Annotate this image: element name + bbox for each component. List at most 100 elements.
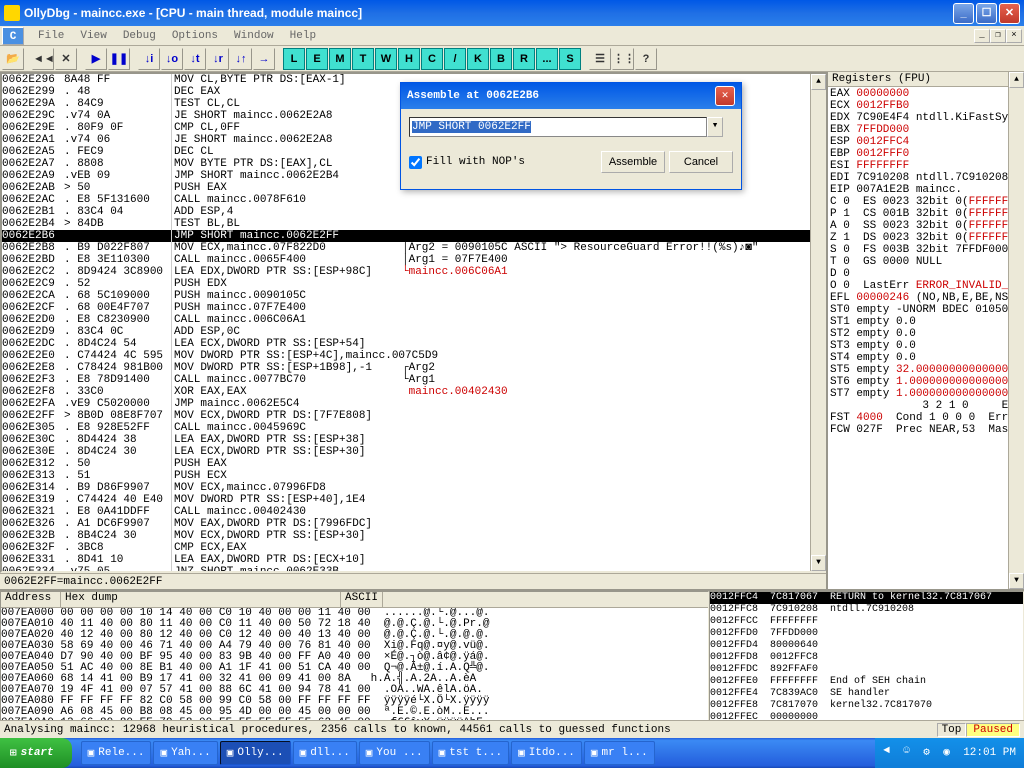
system-tray[interactable]: ◄ ☺ ⚙ ◉ 12:01 PM: [875, 738, 1024, 768]
disasm-row[interactable]: 0062E2DC. 8D4C24 54 LEA ECX,DWORD PTR SS…: [2, 338, 826, 350]
toolbar-l-button[interactable]: L: [283, 48, 305, 70]
stack-row[interactable]: 0012FFC4 7C817067 RETURN to kernel32.7C8…: [710, 592, 1023, 604]
menu-view[interactable]: View: [72, 28, 114, 44]
mdi-restore[interactable]: ❐: [990, 29, 1006, 43]
register-line[interactable]: P 1 CS 001B 32bit 0(FFFFFFFF): [830, 208, 1022, 220]
registers-panel[interactable]: Registers (FPU) EAX 00000000ECX 0012FFB0…: [826, 72, 1024, 589]
taskbar-item[interactable]: ▣Olly...: [220, 741, 291, 765]
menu-options[interactable]: Options: [164, 28, 226, 44]
taskbar-item[interactable]: ▣You ...: [359, 741, 430, 765]
register-line[interactable]: EBP 0012FFF0: [830, 148, 1022, 160]
execute-till-return-button[interactable]: ↓↑: [230, 48, 252, 70]
taskbar-item[interactable]: ▣mr l...: [584, 741, 655, 765]
disasm-row[interactable]: 0062E331. 8D41 10 LEA EAX,DWORD PTR DS:[…: [2, 554, 826, 566]
register-line[interactable]: FST 4000 Cond 1 0 0 0 Err 0 0 0: [830, 412, 1022, 424]
register-line[interactable]: ST5 empty 32.000000000000000000: [830, 364, 1022, 376]
register-line[interactable]: A 0 SS 0023 32bit 0(FFFFFFFF): [830, 220, 1022, 232]
disasm-row[interactable]: 0062E2CF. 68 00E4F707 PUSH maincc.07F7E4…: [2, 302, 826, 314]
hex-dump-panel[interactable]: Address Hex dump ASCII 007EA000 00 00 00…: [0, 591, 709, 738]
toolbar-m-button[interactable]: M: [329, 48, 351, 70]
register-line[interactable]: ESI FFFFFFFF: [830, 160, 1022, 172]
tray-icon[interactable]: ☺: [903, 745, 919, 761]
disasm-row[interactable]: 0062E2FF> 8B0D 08E8F707MOV ECX,DWORD PTR…: [2, 410, 826, 422]
stack-row[interactable]: 0012FFE0 FFFFFFFF End of SEH chain: [710, 676, 1023, 688]
help-button[interactable]: ?: [635, 48, 657, 70]
open-button[interactable]: 📂: [2, 48, 24, 70]
disasm-scrollbar[interactable]: ▲ ▼: [810, 74, 826, 571]
run-button[interactable]: ▶: [85, 48, 107, 70]
register-line[interactable]: ST1 empty 0.0: [830, 316, 1022, 328]
scroll-down-icon[interactable]: ▼: [811, 555, 826, 571]
taskbar-item[interactable]: ▣Rele...: [81, 741, 152, 765]
toolbar-/-button[interactable]: /: [444, 48, 466, 70]
toolbar-w-button[interactable]: W: [375, 48, 397, 70]
step-into-button[interactable]: ↓i: [138, 48, 160, 70]
menu-debug[interactable]: Debug: [115, 28, 164, 44]
tray-icon[interactable]: ◄: [883, 745, 899, 761]
menu-window[interactable]: Window: [226, 28, 282, 44]
disasm-row[interactable]: 0062E2CA. 68 5C109000 PUSH maincc.009010…: [2, 290, 826, 302]
settings-button[interactable]: ☰: [589, 48, 611, 70]
disasm-row[interactable]: 0062E30E. 8D4C24 30 LEA ECX,DWORD PTR SS…: [2, 446, 826, 458]
stack-row[interactable]: 0012FFE8 7C817070 kernel32.7C817070: [710, 700, 1023, 712]
disasm-row[interactable]: 0062E2B4> 84DB TEST BL,BL: [2, 218, 826, 230]
register-line[interactable]: ECX 0012FFB0: [830, 100, 1022, 112]
register-line[interactable]: ST3 empty 0.0: [830, 340, 1022, 352]
fill-nops-checkbox[interactable]: [409, 156, 422, 169]
register-line[interactable]: EAX 00000000: [830, 88, 1022, 100]
register-line[interactable]: ST7 empty 1.0000000000000000000: [830, 388, 1022, 400]
disasm-row[interactable]: 0062E2D9. 83C4 0C ADD ESP,0C: [2, 326, 826, 338]
register-line[interactable]: ST4 empty 0.0: [830, 352, 1022, 364]
toolbar-k-button[interactable]: K: [467, 48, 489, 70]
menu-help[interactable]: Help: [282, 28, 324, 44]
register-line[interactable]: D 0: [830, 268, 1022, 280]
register-line[interactable]: EBX 7FFDD000: [830, 124, 1022, 136]
register-line[interactable]: ST6 empty 1.0000000000000000000: [830, 376, 1022, 388]
toolbar-r-button[interactable]: R: [513, 48, 535, 70]
trace-into-button[interactable]: ↓t: [184, 48, 206, 70]
toolbar-c-button[interactable]: C: [421, 48, 443, 70]
disasm-row[interactable]: 0062E2D0. E8 C8230900 CALL maincc.006C06…: [2, 314, 826, 326]
toolbar-b-button[interactable]: B: [490, 48, 512, 70]
ollydbg-logo[interactable]: C: [2, 27, 24, 45]
disasm-row[interactable]: 0062E2C9. 52 PUSH EDX: [2, 278, 826, 290]
stack-row[interactable]: 0012FFD0 7FFDD000: [710, 628, 1023, 640]
toolbar-s-button[interactable]: S: [559, 48, 581, 70]
cancel-button[interactable]: Cancel: [669, 151, 733, 173]
stack-row[interactable]: 0012FFDC 892FFAF0: [710, 664, 1023, 676]
dropdown-icon[interactable]: ▾: [707, 117, 723, 137]
start-button[interactable]: ⊞start: [0, 738, 72, 768]
disasm-row[interactable]: 0062E2AC. E8 5F131600 CALL maincc.0078F6…: [2, 194, 826, 206]
register-line[interactable]: O 0 LastErr ERROR_INVALID_HANDLE: [830, 280, 1022, 292]
tray-icon[interactable]: ⚙: [923, 745, 939, 761]
maximize-button[interactable]: ☐: [976, 3, 997, 24]
registers-scrollbar[interactable]: ▲ ▼: [1008, 72, 1024, 589]
disasm-row[interactable]: 0062E313. 51 PUSH ECX: [2, 470, 826, 482]
register-line[interactable]: S 0 FS 003B 32bit 7FFDF000(FFF): [830, 244, 1022, 256]
dialog-close-button[interactable]: ✕: [715, 86, 735, 106]
disasm-row[interactable]: 0062E319. C74424 40 E40MOV DWORD PTR SS:…: [2, 494, 826, 506]
register-line[interactable]: EDI 7C910208 ntdll.7C910208: [830, 172, 1022, 184]
stack-row[interactable]: 0012FFD4 80000640: [710, 640, 1023, 652]
register-line[interactable]: EFL 00000246 (NO,NB,E,BE,NS,PE,GE: [830, 292, 1022, 304]
stack-row[interactable]: 0012FFCC FFFFFFFF: [710, 616, 1023, 628]
taskbar-item[interactable]: ▣Yah...: [153, 741, 217, 765]
disasm-row[interactable]: 0062E2E0. C74424 4C 595MOV DWORD PTR SS:…: [2, 350, 826, 362]
options-button[interactable]: ⋮⋮: [612, 48, 634, 70]
register-line[interactable]: T 0 GS 0000 NULL: [830, 256, 1022, 268]
scroll-up-icon[interactable]: ▲: [1009, 72, 1024, 88]
register-line[interactable]: Z 1 DS 0023 32bit 0(FFFFFFFF): [830, 232, 1022, 244]
register-line[interactable]: 3 2 1 0 E S P: [830, 400, 1022, 412]
disasm-row[interactable]: 0062E321. E8 0A41DDFF CALL maincc.004024…: [2, 506, 826, 518]
register-line[interactable]: C 0 ES 0023 32bit 0(FFFFFFFF): [830, 196, 1022, 208]
close-program-button[interactable]: ✕: [55, 48, 77, 70]
disasm-row[interactable]: 0062E305. E8 928E52FF CALL maincc.004596…: [2, 422, 826, 434]
disasm-row[interactable]: 0062E312. 50 PUSH EAX: [2, 458, 826, 470]
stack-panel[interactable]: 0012FFC4 7C817067 RETURN to kernel32.7C8…: [709, 591, 1024, 738]
register-line[interactable]: EDX 7C90E4F4 ntdll.KiFastSystemCa: [830, 112, 1022, 124]
disasm-row[interactable]: 0062E314. B9 D86F9907 MOV ECX,maincc.079…: [2, 482, 826, 494]
rewind-button[interactable]: ◄◄: [32, 48, 54, 70]
stack-row[interactable]: 0012FFE4 7C839AC0 SE handler: [710, 688, 1023, 700]
register-line[interactable]: FCW 027F Prec NEAR,53 Mask 1: [830, 424, 1022, 436]
stack-row[interactable]: 0012FFD8 0012FFC8: [710, 652, 1023, 664]
